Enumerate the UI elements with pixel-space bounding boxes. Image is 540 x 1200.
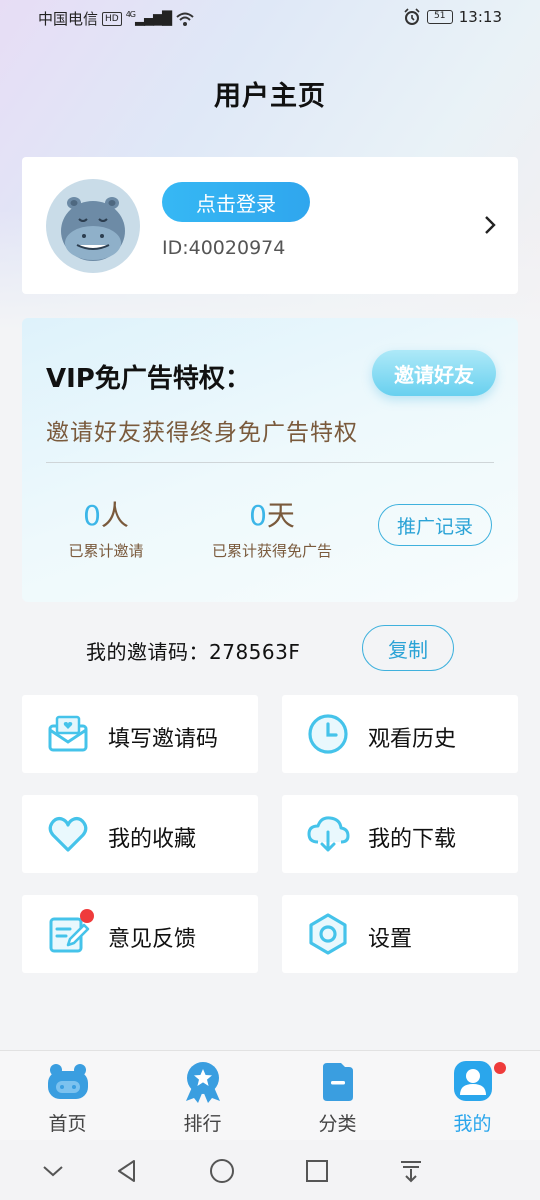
category-box-icon xyxy=(323,1063,353,1101)
menu-label: 我的收藏 xyxy=(108,827,197,852)
menu-favorites[interactable]: 我的收藏 xyxy=(22,795,258,873)
wifi-icon xyxy=(176,12,194,26)
menu-watch-history[interactable]: 观看历史 xyxy=(282,695,518,773)
notification-dot xyxy=(494,1062,506,1074)
notification-dot xyxy=(80,909,94,923)
network-type: 4G xyxy=(125,10,136,20)
invited-count: 0 xyxy=(83,499,101,532)
menu-label: 意见反馈 xyxy=(108,927,197,952)
vip-description: 邀请好友获得终身免广告特权 xyxy=(46,420,358,446)
days-unit: 天 xyxy=(266,499,295,532)
status-bar: 中国电信 HD 4G▂▄▆█ 51 13:13 xyxy=(0,0,540,36)
nav-ranking[interactable]: 排行 xyxy=(135,1051,270,1141)
invited-unit: 人 xyxy=(100,499,129,532)
stat-days-value: 0天 xyxy=(192,494,352,534)
menu-label: 观看历史 xyxy=(368,727,457,752)
nav-mine[interactable]: 我的 xyxy=(405,1051,540,1141)
home-circle-icon[interactable] xyxy=(207,1156,237,1186)
stat-invited: 0人 已累计邀请 xyxy=(56,494,156,561)
system-nav-bar xyxy=(0,1140,540,1200)
hippo-avatar-icon xyxy=(61,197,125,261)
chevron-right-icon[interactable] xyxy=(482,213,498,237)
days-label: 已累计获得免广告 xyxy=(211,542,332,560)
divider xyxy=(46,462,494,463)
invite-code-label: 我的邀请码： xyxy=(86,640,209,664)
invited-label: 已累计邀请 xyxy=(68,542,144,560)
notification-pulldown-icon[interactable] xyxy=(396,1156,426,1186)
award-ribbon-icon xyxy=(186,1062,220,1103)
status-left: 中国电信 HD 4G▂▄▆█ xyxy=(38,8,195,29)
days-count: 0 xyxy=(249,499,267,532)
clock-icon xyxy=(308,714,348,754)
nav-category[interactable]: 分类 xyxy=(270,1051,405,1141)
user-id: ID:40020974 xyxy=(162,237,286,259)
vip-title: VIP免广告特权： xyxy=(46,364,251,394)
menu-fill-invite-code[interactable]: 填写邀请码 xyxy=(22,695,258,773)
avatar[interactable] xyxy=(46,179,140,273)
nav-label: 我的 xyxy=(453,1113,492,1135)
signal-icon: 4G▂▄▆█ xyxy=(125,10,172,27)
settings-hexagon-icon xyxy=(309,913,347,955)
menu-settings[interactable]: 设置 xyxy=(282,895,518,973)
carrier-name: 中国电信 xyxy=(38,10,99,28)
copy-button[interactable]: 复制 xyxy=(362,625,454,671)
menu-label: 我的下载 xyxy=(368,827,457,852)
nav-label: 首页 xyxy=(48,1113,87,1135)
menu-downloads[interactable]: 我的下载 xyxy=(282,795,518,873)
battery-icon: 51 xyxy=(426,10,453,24)
menu-feedback[interactable]: 意见反馈 xyxy=(22,895,258,973)
invite-friend-button[interactable]: 邀请好友 xyxy=(372,350,496,396)
heart-icon xyxy=(48,816,88,852)
alarm-icon xyxy=(404,8,420,25)
invite-code-value: 278563F xyxy=(209,640,301,664)
back-icon[interactable] xyxy=(112,1156,142,1186)
envelope-heart-icon xyxy=(48,715,88,752)
home-hippo-icon xyxy=(48,1064,88,1099)
status-right: 51 13:13 xyxy=(403,8,502,26)
nav-label: 分类 xyxy=(318,1113,357,1135)
clock: 13:13 xyxy=(458,8,502,26)
menu-label: 设置 xyxy=(368,927,413,952)
profile-card[interactable]: 点击登录 ID:40020974 xyxy=(22,157,518,294)
nav-home[interactable]: 首页 xyxy=(0,1051,135,1141)
cloud-download-icon xyxy=(307,816,350,852)
page-title: 用户主页 xyxy=(214,81,326,112)
chevron-down-icon[interactable] xyxy=(38,1156,68,1186)
invite-code-row: 我的邀请码：278563F xyxy=(86,636,300,665)
stat-ad-free-days: 0天 已累计获得免广告 xyxy=(192,494,352,561)
recents-square-icon[interactable] xyxy=(302,1156,332,1186)
menu-label: 填写邀请码 xyxy=(108,727,219,752)
vip-card: VIP免广告特权： 邀请好友 邀请好友获得终身免广告特权 0人 已累计邀请 0天… xyxy=(22,318,518,602)
stat-invited-value: 0人 xyxy=(56,494,156,534)
user-icon xyxy=(454,1061,492,1101)
hd-badge: HD xyxy=(102,11,122,26)
nav-label: 排行 xyxy=(183,1113,222,1135)
bottom-nav: 首页 排行 分类 我的 xyxy=(0,1050,540,1140)
promotion-record-button[interactable]: 推广记录 xyxy=(378,504,492,546)
login-button[interactable]: 点击登录 xyxy=(162,182,310,222)
